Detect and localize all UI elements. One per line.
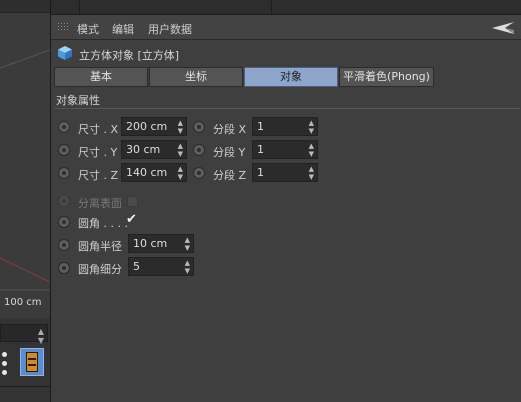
spinner-icon[interactable]: ▲ ▼	[185, 258, 190, 275]
size-z-field[interactable]: 140 cm ▲ ▼	[121, 163, 187, 182]
fillet-subdivision-field[interactable]: 5 ▲ ▼	[128, 257, 194, 276]
spinner-icon[interactable]: ▲ ▼	[178, 141, 183, 158]
size-x-label: 尺寸 . X	[78, 123, 119, 136]
tab-coordinates[interactable]: 坐标	[149, 67, 243, 87]
cube-icon	[58, 46, 72, 60]
size-x-field[interactable]: 200 cm ▲ ▼	[121, 117, 187, 136]
size-z-label: 尺寸 . Z	[78, 169, 119, 182]
dots-icon[interactable]	[0, 350, 10, 378]
dropdown-spinner-icon: ▲ ▼	[37, 327, 44, 345]
menu-edit[interactable]: 编辑	[112, 21, 134, 37]
spinner-icon[interactable]: ▲ ▼	[309, 164, 314, 181]
tab-basic[interactable]: 基本	[54, 67, 148, 87]
seg-y-field[interactable]: 1 ▲ ▼	[252, 140, 318, 159]
seg-z-field[interactable]: 1 ▲ ▼	[252, 163, 318, 182]
anim-toggle-size-y[interactable]	[58, 144, 70, 156]
object-title: 立方体对象 [立方体]	[79, 49, 180, 62]
tab-phong[interactable]: 平滑着色(Phong)	[339, 67, 434, 87]
left-dropdown[interactable]: ▲ ▼	[0, 324, 48, 345]
fillet-radius-label: 圆角半径	[78, 240, 122, 253]
grip-icon[interactable]	[57, 22, 68, 32]
seg-z-label: 分段 Z	[213, 169, 247, 182]
viewport-grid	[0, 49, 50, 291]
section-title: 对象属性	[54, 93, 520, 109]
anim-toggle-fillet-subdivision[interactable]	[58, 262, 70, 274]
seg-z-value: 1	[257, 166, 264, 179]
fillet-label: 圆角 . . . .	[78, 217, 128, 230]
divider	[0, 386, 50, 387]
anim-toggle-separate-surfaces	[58, 195, 70, 207]
spinner-icon[interactable]: ▲ ▼	[185, 235, 190, 252]
size-y-label: 尺寸 . Y	[78, 146, 118, 159]
anim-toggle-fillet[interactable]	[58, 216, 70, 228]
separate-surfaces-label: 分离表面	[78, 197, 122, 210]
seg-x-field[interactable]: 1 ▲ ▼	[252, 117, 318, 136]
anim-toggle-size-z[interactable]	[58, 167, 70, 179]
size-x-value: 200 cm	[126, 120, 168, 133]
spinner-icon[interactable]: ▲ ▼	[309, 141, 314, 158]
fillet-subdivision-value: 5	[133, 260, 140, 273]
back-arrow-icon[interactable]	[490, 20, 516, 36]
seg-y-value: 1	[257, 143, 264, 156]
tab-object[interactable]: 对象	[244, 67, 338, 87]
size-z-value: 140 cm	[126, 166, 168, 179]
anim-toggle-seg-z[interactable]	[193, 167, 205, 179]
spinner-icon[interactable]: ▲ ▼	[309, 118, 314, 135]
fillet-checkbox[interactable]: ✔	[126, 212, 137, 227]
size-y-field[interactable]: 30 cm ▲ ▼	[121, 140, 187, 159]
anim-toggle-seg-y[interactable]	[193, 144, 205, 156]
menu-mode[interactable]: 模式	[77, 21, 99, 37]
fillet-radius-field[interactable]: 10 cm ▲ ▼	[128, 234, 194, 253]
film-strip-icon[interactable]	[20, 348, 44, 376]
anim-toggle-fillet-radius[interactable]	[58, 239, 70, 251]
attributes-panel: 模式 编辑 用户数据 立方体对象 [立方体] 基本 坐标 对象 平滑着色(Pho…	[50, 0, 521, 402]
spinner-icon[interactable]: ▲ ▼	[178, 164, 183, 181]
seg-y-label: 分段 Y	[213, 146, 246, 159]
menubar: 模式 编辑 用户数据	[51, 15, 521, 40]
viewport-scale-label: 100 cm	[4, 297, 42, 308]
separate-surfaces-checkbox	[127, 196, 138, 207]
tab-bar: 基本 坐标 对象 平滑着色(Phong)	[54, 67, 484, 87]
fillet-radius-value: 10 cm	[133, 237, 168, 250]
object-header: 立方体对象 [立方体]	[51, 42, 521, 64]
anim-toggle-seg-x[interactable]	[193, 121, 205, 133]
seg-x-label: 分段 X	[213, 123, 247, 136]
seg-x-value: 1	[257, 120, 264, 133]
menu-user-data[interactable]: 用户数据	[148, 21, 192, 37]
viewport[interactable]: 100 cm	[0, 0, 50, 318]
spinner-icon[interactable]: ▲ ▼	[178, 118, 183, 135]
fillet-subdivision-label: 圆角细分	[78, 263, 122, 276]
size-y-value: 30 cm	[126, 143, 161, 156]
anim-toggle-size-x[interactable]	[58, 121, 70, 133]
panel-top-strip	[51, 0, 521, 15]
